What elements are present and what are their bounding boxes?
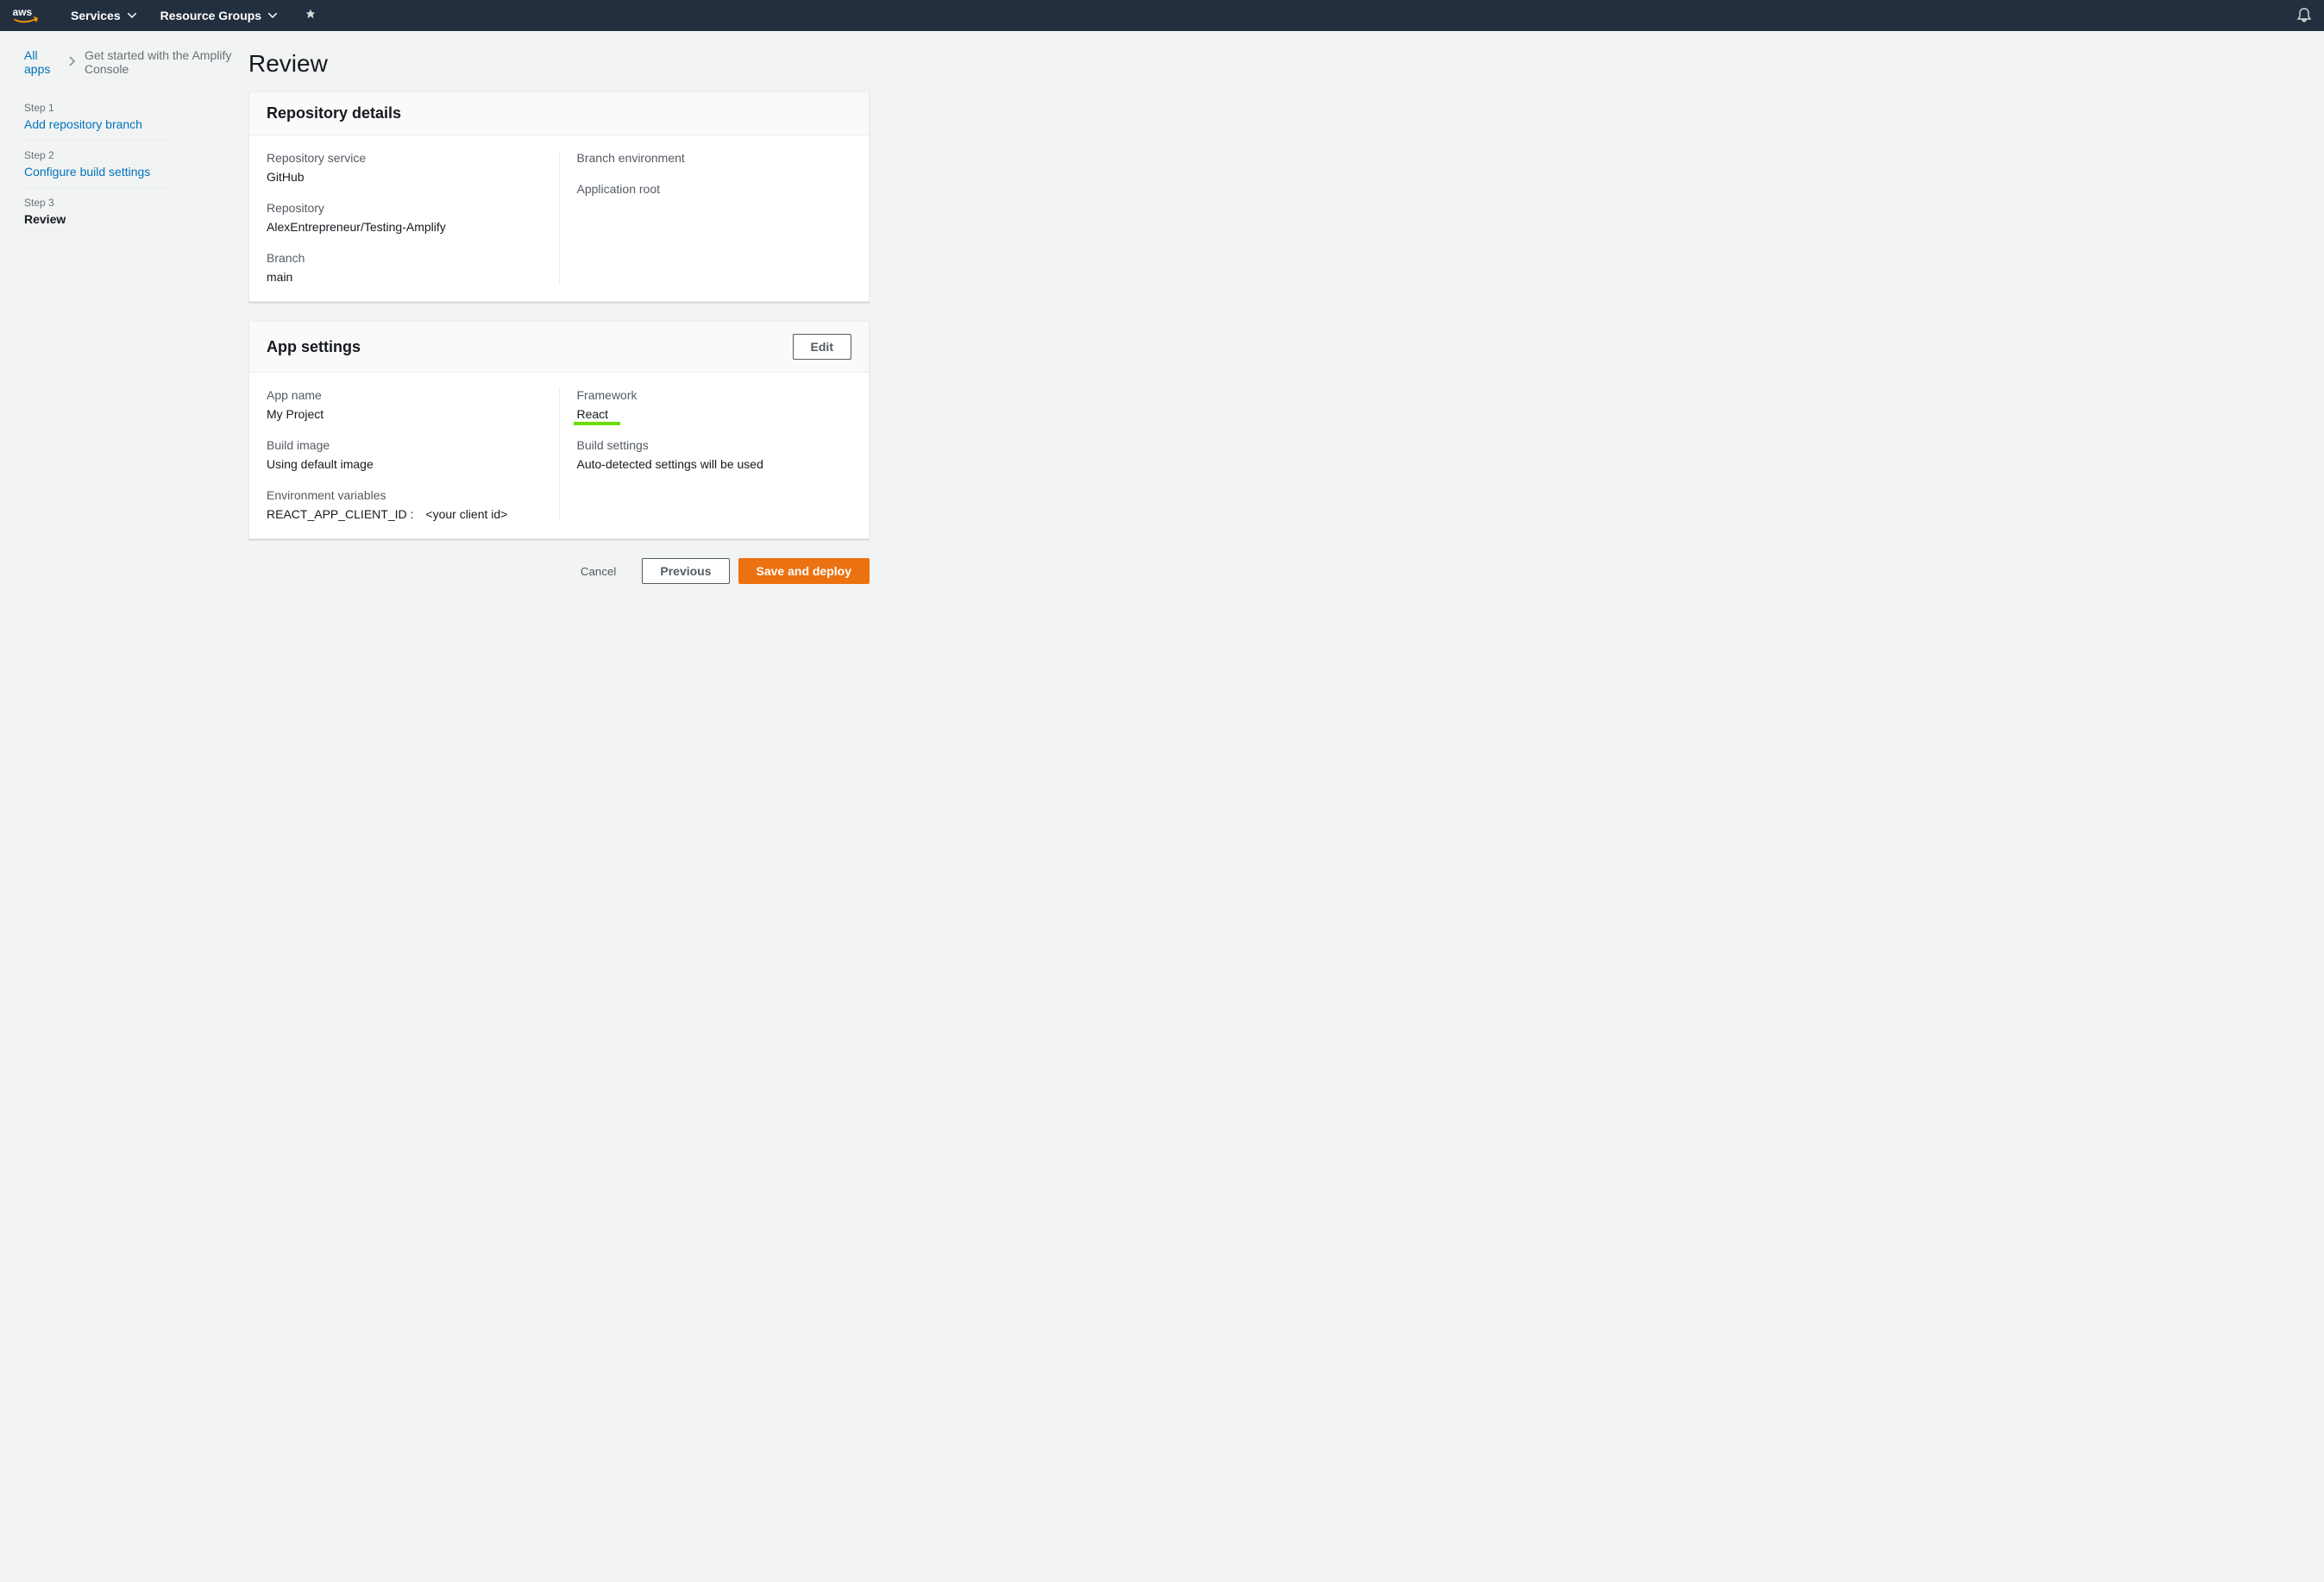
resource-groups-menu[interactable]: Resource Groups bbox=[160, 9, 277, 22]
edit-button[interactable]: Edit bbox=[793, 334, 851, 360]
services-menu[interactable]: Services bbox=[71, 9, 136, 22]
field-label: Build image bbox=[267, 438, 542, 452]
page-title: Review bbox=[248, 50, 870, 78]
step-link-configure-build[interactable]: Configure build settings bbox=[24, 165, 150, 179]
cancel-button[interactable]: Cancel bbox=[563, 558, 634, 584]
sidebar: All apps Get started with the Amplify Co… bbox=[24, 48, 248, 584]
field-label: Build settings bbox=[577, 438, 852, 452]
field-label: Branch bbox=[267, 251, 542, 265]
step-1: Step 1 Add repository branch bbox=[24, 93, 167, 141]
resource-groups-label: Resource Groups bbox=[160, 9, 261, 22]
panel-title: Repository details bbox=[267, 104, 401, 122]
action-buttons: Cancel Previous Save and deploy bbox=[248, 558, 870, 584]
framework-value: React bbox=[577, 407, 609, 421]
field-label: Branch environment bbox=[577, 151, 852, 165]
step-2: Step 2 Configure build settings bbox=[24, 141, 167, 188]
app-settings-panel: App settings Edit App name My Project Bu… bbox=[248, 321, 870, 539]
field-value: Using default image bbox=[267, 457, 542, 471]
field-value: main bbox=[267, 270, 542, 284]
pin-icon[interactable] bbox=[305, 9, 317, 23]
services-label: Services bbox=[71, 9, 121, 22]
save-and-deploy-button[interactable]: Save and deploy bbox=[738, 558, 870, 584]
env-var-key: REACT_APP_CLIENT_ID : bbox=[267, 507, 413, 521]
previous-button[interactable]: Previous bbox=[642, 558, 729, 584]
field-value: My Project bbox=[267, 407, 542, 421]
breadcrumb-root[interactable]: All apps bbox=[24, 48, 60, 76]
breadcrumb: All apps Get started with the Amplify Co… bbox=[24, 48, 248, 76]
field-label: Repository bbox=[267, 201, 542, 215]
env-var-value: <your client id> bbox=[425, 507, 507, 521]
field-value: GitHub bbox=[267, 170, 542, 184]
main-content: Review Repository details Repository ser… bbox=[248, 48, 870, 584]
svg-text:aws: aws bbox=[13, 6, 33, 18]
field-value: AlexEntrepreneur/Testing-Amplify bbox=[267, 220, 542, 234]
breadcrumb-current: Get started with the Amplify Console bbox=[85, 48, 248, 76]
field-label: Framework bbox=[577, 388, 852, 402]
chevron-down-icon bbox=[128, 13, 136, 18]
field-value: Auto-detected settings will be used bbox=[577, 457, 852, 471]
field-label: Repository service bbox=[267, 151, 542, 165]
step-number: Step 3 bbox=[24, 197, 167, 209]
chevron-right-icon bbox=[69, 55, 76, 69]
step-link-add-repository[interactable]: Add repository branch bbox=[24, 117, 142, 131]
aws-logo[interactable]: aws bbox=[12, 6, 45, 25]
field-label: Environment variables bbox=[267, 488, 542, 502]
step-number: Step 1 bbox=[24, 102, 167, 114]
step-label-review: Review bbox=[24, 212, 167, 226]
step-3: Step 3 Review bbox=[24, 188, 167, 235]
step-number: Step 2 bbox=[24, 149, 167, 161]
panel-title: App settings bbox=[267, 338, 361, 356]
notifications-icon[interactable] bbox=[2296, 7, 2312, 25]
repository-details-panel: Repository details Repository service Gi… bbox=[248, 91, 870, 302]
chevron-down-icon bbox=[268, 13, 277, 18]
field-label: Application root bbox=[577, 182, 852, 196]
field-label: App name bbox=[267, 388, 542, 402]
top-nav: aws Services Resource Groups bbox=[0, 0, 2324, 31]
